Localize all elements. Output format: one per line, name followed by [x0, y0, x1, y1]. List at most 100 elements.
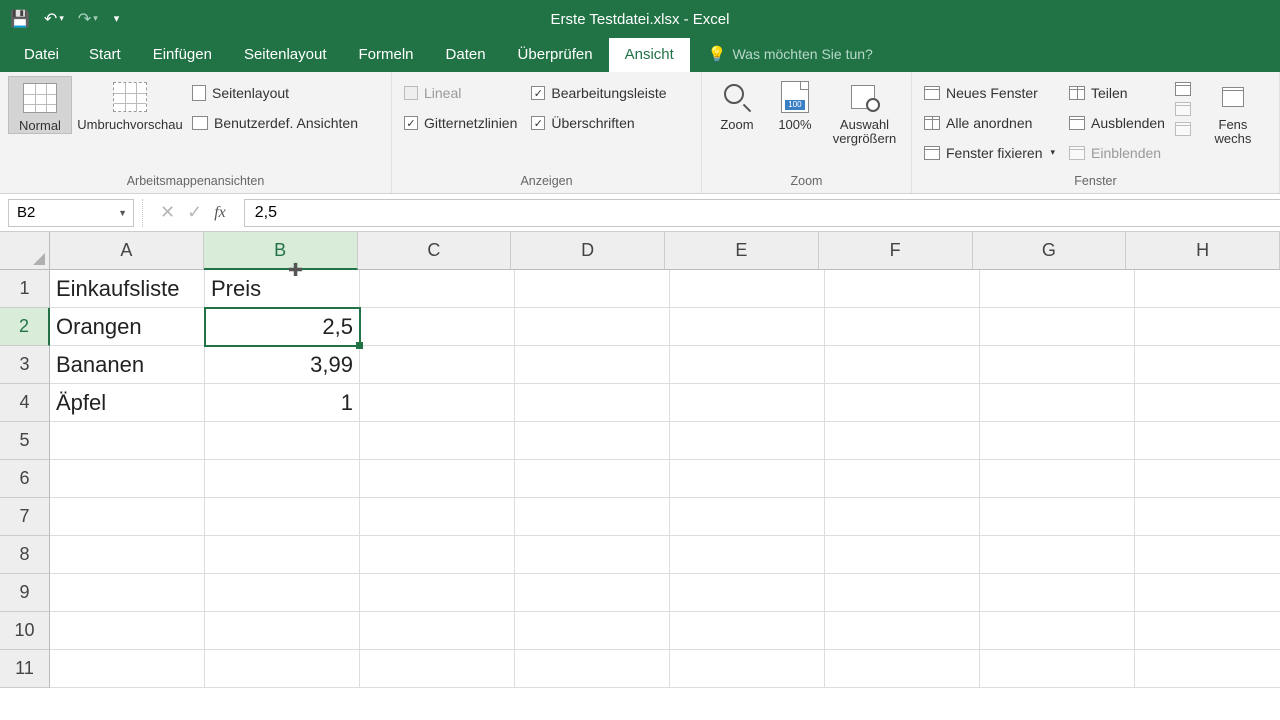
- cell-E8[interactable]: [670, 536, 825, 574]
- column-header-C[interactable]: C: [358, 232, 512, 270]
- cell-G1[interactable]: [980, 270, 1135, 308]
- undo-icon[interactable]: ↶▾: [44, 9, 64, 29]
- cell-A10[interactable]: [50, 612, 205, 650]
- cell-C10[interactable]: [360, 612, 515, 650]
- row-header-1[interactable]: 1: [0, 270, 50, 308]
- cell-B6[interactable]: [205, 460, 360, 498]
- cell-E4[interactable]: [670, 384, 825, 422]
- cell-G2[interactable]: [980, 308, 1135, 346]
- cell-E9[interactable]: [670, 574, 825, 612]
- zoom-selection-button[interactable]: Auswahl vergrößern: [826, 76, 903, 147]
- cell-H1[interactable]: [1135, 270, 1280, 308]
- cell-D3[interactable]: [515, 346, 670, 384]
- column-header-G[interactable]: G: [973, 232, 1127, 270]
- name-box[interactable]: B2 ▼: [8, 199, 134, 227]
- cell-C9[interactable]: [360, 574, 515, 612]
- formula-input[interactable]: 2,5: [244, 199, 1280, 227]
- redo-icon[interactable]: ↷▾: [78, 9, 98, 29]
- cell-C2[interactable]: [360, 308, 515, 346]
- cell-E5[interactable]: [670, 422, 825, 460]
- row-header-4[interactable]: 4: [0, 384, 50, 422]
- cell-C8[interactable]: [360, 536, 515, 574]
- cell-D10[interactable]: [515, 612, 670, 650]
- cell-D1[interactable]: [515, 270, 670, 308]
- pagebreak-preview-button[interactable]: Umbruchvorschau: [78, 76, 182, 132]
- row-header-2[interactable]: 2: [0, 308, 50, 346]
- cell-D5[interactable]: [515, 422, 670, 460]
- tab-pagelayout[interactable]: Seitenlayout: [228, 38, 343, 72]
- cell-C7[interactable]: [360, 498, 515, 536]
- cell-E3[interactable]: [670, 346, 825, 384]
- row-header-6[interactable]: 6: [0, 460, 50, 498]
- row-header-5[interactable]: 5: [0, 422, 50, 460]
- row-header-9[interactable]: 9: [0, 574, 50, 612]
- cell-H4[interactable]: [1135, 384, 1280, 422]
- cell-F8[interactable]: [825, 536, 980, 574]
- cell-B5[interactable]: [205, 422, 360, 460]
- chevron-down-icon[interactable]: ▼: [118, 208, 127, 218]
- cell-H2[interactable]: [1135, 308, 1280, 346]
- row-header-7[interactable]: 7: [0, 498, 50, 536]
- view-side-by-side-icon[interactable]: [1175, 82, 1191, 96]
- column-header-E[interactable]: E: [665, 232, 819, 270]
- cell-H5[interactable]: [1135, 422, 1280, 460]
- cell-H7[interactable]: [1135, 498, 1280, 536]
- custom-views-button[interactable]: Benutzerdef. Ansichten: [188, 110, 362, 136]
- cell-G10[interactable]: [980, 612, 1135, 650]
- headings-checkbox[interactable]: Überschriften: [527, 110, 670, 136]
- save-icon[interactable]: 💾: [10, 9, 30, 29]
- cell-B2[interactable]: 2,5: [205, 308, 360, 346]
- fx-icon[interactable]: fx: [214, 204, 226, 222]
- cell-F2[interactable]: [825, 308, 980, 346]
- cell-F9[interactable]: [825, 574, 980, 612]
- cell-C3[interactable]: [360, 346, 515, 384]
- cell-F11[interactable]: [825, 650, 980, 688]
- cell-B9[interactable]: [205, 574, 360, 612]
- cell-C6[interactable]: [360, 460, 515, 498]
- cell-H8[interactable]: [1135, 536, 1280, 574]
- cell-F7[interactable]: [825, 498, 980, 536]
- normal-view-button[interactable]: Normal: [8, 76, 72, 134]
- cell-G6[interactable]: [980, 460, 1135, 498]
- cell-D7[interactable]: [515, 498, 670, 536]
- cell-G8[interactable]: [980, 536, 1135, 574]
- tab-review[interactable]: Überprüfen: [502, 38, 609, 72]
- cell-F10[interactable]: [825, 612, 980, 650]
- cell-F1[interactable]: [825, 270, 980, 308]
- cell-H11[interactable]: [1135, 650, 1280, 688]
- cell-D8[interactable]: [515, 536, 670, 574]
- tab-formulas[interactable]: Formeln: [343, 38, 430, 72]
- cell-D11[interactable]: [515, 650, 670, 688]
- row-header-11[interactable]: 11: [0, 650, 50, 688]
- cell-E10[interactable]: [670, 612, 825, 650]
- cell-H6[interactable]: [1135, 460, 1280, 498]
- row-header-8[interactable]: 8: [0, 536, 50, 574]
- column-header-B[interactable]: B: [204, 232, 358, 270]
- cell-A4[interactable]: Äpfel: [50, 384, 205, 422]
- new-window-button[interactable]: Neues Fenster: [920, 80, 1059, 106]
- cell-A8[interactable]: [50, 536, 205, 574]
- cell-A2[interactable]: Orangen: [50, 308, 205, 346]
- cell-A7[interactable]: [50, 498, 205, 536]
- arrange-all-button[interactable]: Alle anordnen: [920, 110, 1059, 136]
- qat-customize-icon[interactable]: ▾: [112, 13, 120, 26]
- cell-A3[interactable]: Bananen: [50, 346, 205, 384]
- split-button[interactable]: Teilen: [1065, 80, 1169, 106]
- select-all-corner[interactable]: [0, 232, 50, 270]
- cell-B10[interactable]: [205, 612, 360, 650]
- cell-G5[interactable]: [980, 422, 1135, 460]
- cell-B4[interactable]: 1: [205, 384, 360, 422]
- cell-E6[interactable]: [670, 460, 825, 498]
- cell-D4[interactable]: [515, 384, 670, 422]
- cell-F6[interactable]: [825, 460, 980, 498]
- spreadsheet-grid[interactable]: ABCDEFGH 1234567891011 EinkaufslistePrei…: [0, 232, 1280, 720]
- cell-H9[interactable]: [1135, 574, 1280, 612]
- row-header-10[interactable]: 10: [0, 612, 50, 650]
- cell-G4[interactable]: [980, 384, 1135, 422]
- freeze-panes-button[interactable]: Fenster fixieren▾: [920, 140, 1059, 166]
- cell-A9[interactable]: [50, 574, 205, 612]
- gridlines-checkbox[interactable]: Gitternetzlinien: [400, 110, 521, 136]
- zoom-100-button[interactable]: 100 100%: [770, 76, 820, 132]
- tab-view[interactable]: Ansicht: [609, 38, 690, 72]
- switch-windows-button[interactable]: Fens wechs: [1205, 76, 1261, 147]
